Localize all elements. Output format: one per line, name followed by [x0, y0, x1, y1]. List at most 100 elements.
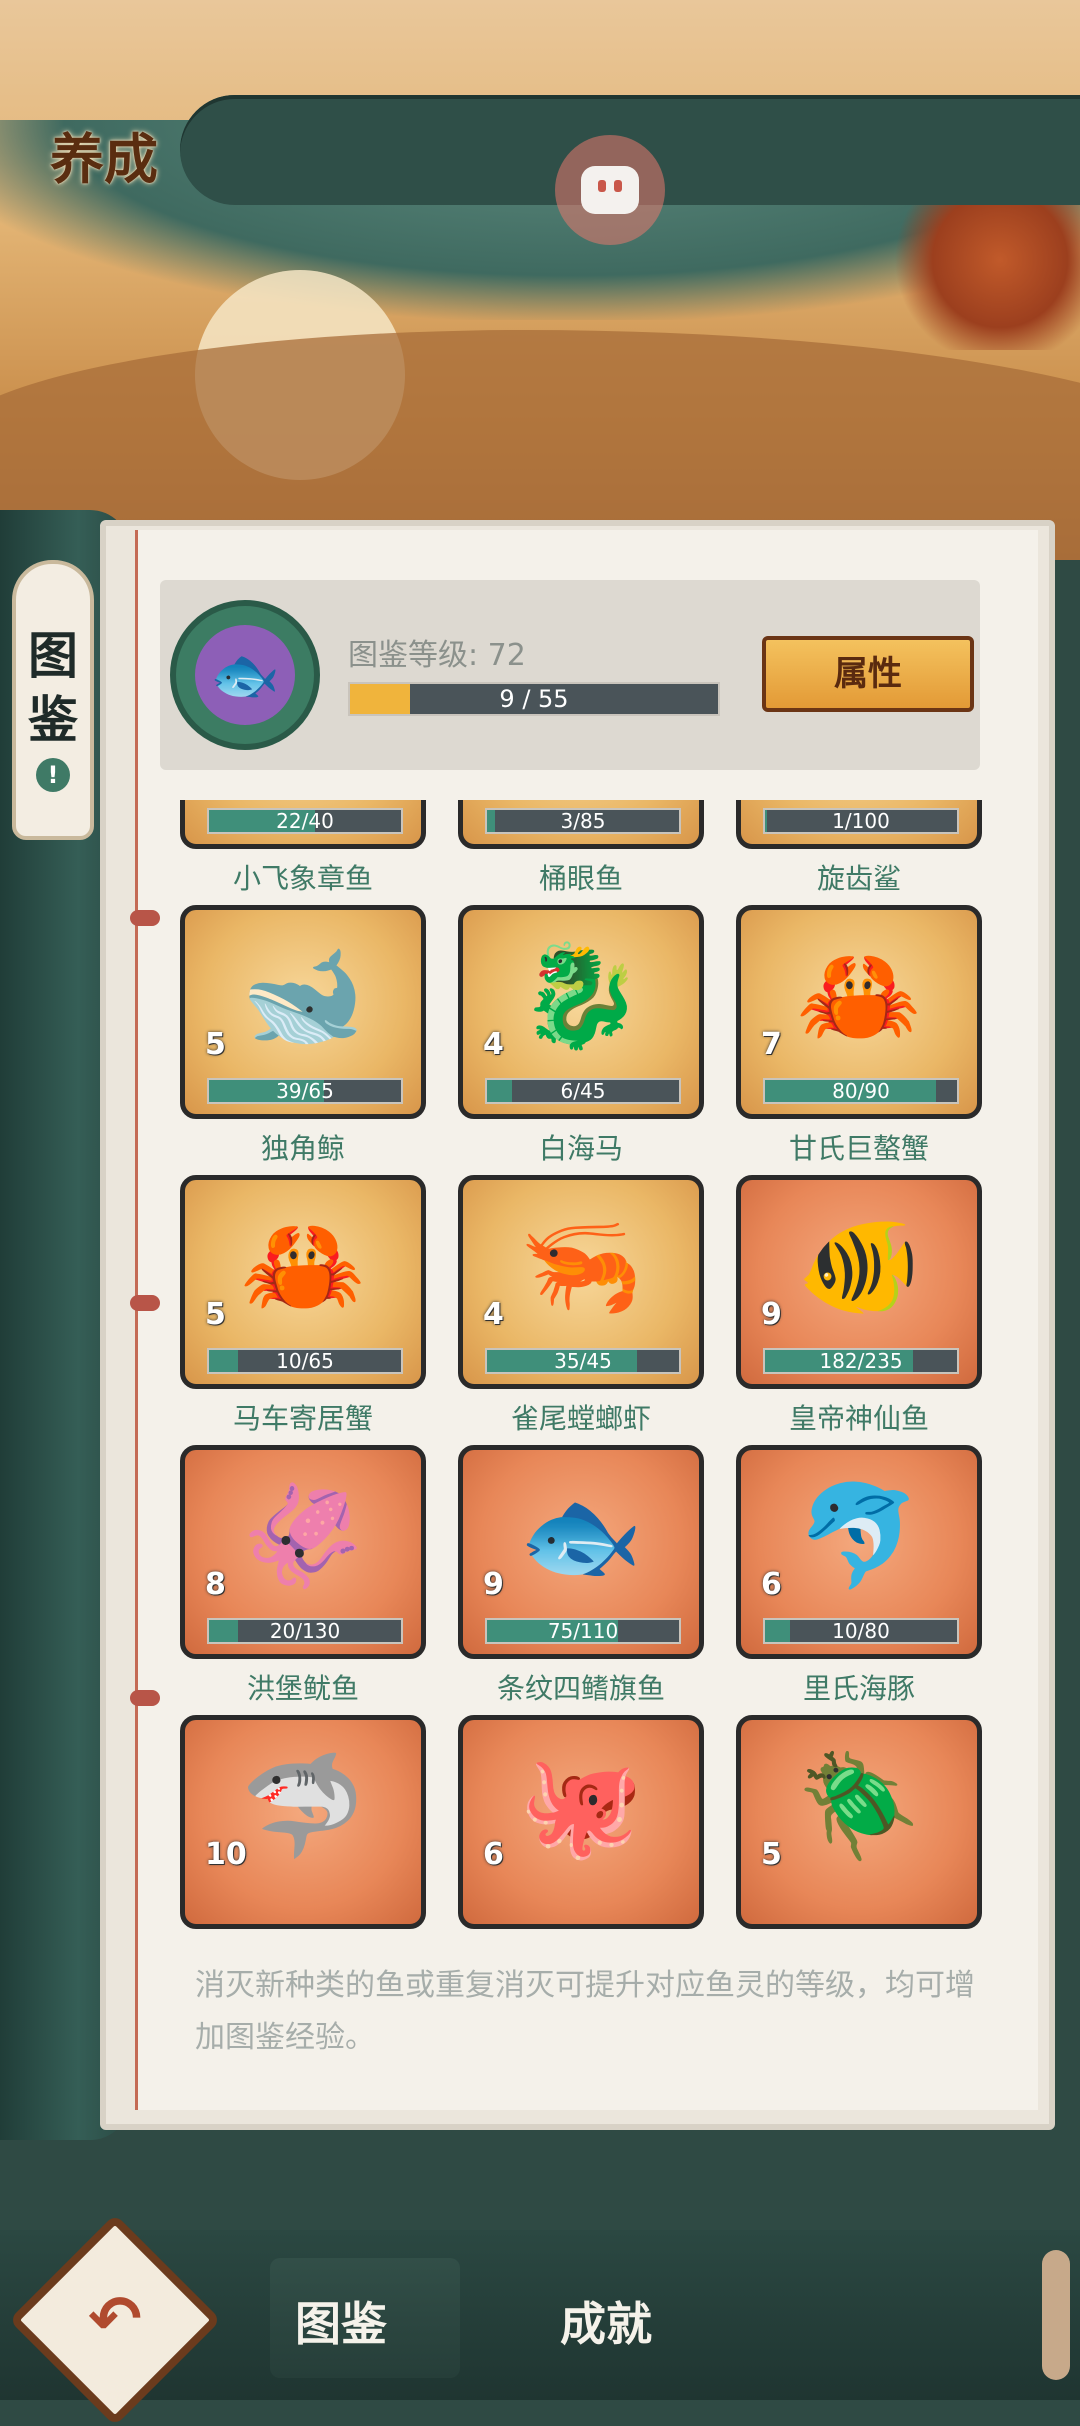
creature-progress-text: 3/85: [560, 809, 606, 833]
creature-card[interactable]: 🐙422/40 小飞象章鱼: [180, 800, 426, 897]
shrimp-icon: 🦐: [518, 1206, 644, 1324]
creature-card[interactable]: 🐉 4 6/45 白海马: [458, 905, 704, 1167]
creature-card[interactable]: 🐟 9 75/110 条纹四鳍旗鱼: [458, 1445, 704, 1707]
creature-level: 8: [205, 1567, 226, 1602]
creature-level: 7: [761, 1027, 782, 1062]
creature-card[interactable]: 🦀 7 80/90 甘氏巨螯蟹: [736, 905, 982, 1167]
creature-name: 桶眼鱼: [538, 862, 623, 895]
creature-name: 白海马: [538, 1132, 623, 1165]
creature-card[interactable]: 🐟63/85 桶眼鱼: [458, 800, 704, 897]
tab-collection[interactable]: 图鉴: [295, 2288, 387, 2354]
creature-progress-bar: 80/90: [763, 1078, 959, 1104]
creature-progress-text: 20/130: [269, 1619, 341, 1643]
creature-name: 甘氏巨螯蟹: [788, 1132, 929, 1165]
creature-card[interactable]: 🐠 9 182/235 皇帝神仙鱼: [736, 1175, 982, 1437]
page-title: 养成: [50, 127, 158, 191]
collection-emblem: 🐟: [170, 600, 320, 750]
creature-frame: 🐉 4 6/45: [458, 905, 704, 1119]
creature-frame: 🪲 5: [736, 1715, 982, 1929]
collection-progress-bar: 9 / 55: [348, 682, 720, 716]
creature-level: 10: [205, 1837, 247, 1872]
creature-progress-text: 35/45: [554, 1349, 612, 1373]
progress-text: 9 / 55: [499, 685, 569, 713]
creature-progress-bar: 182/235: [763, 1348, 959, 1374]
tab-achievements[interactable]: 成就: [560, 2288, 652, 2354]
creature-card[interactable]: 🦀 5 10/65 马车寄居蟹: [180, 1175, 426, 1437]
tropical-fish-icon: 🐠: [796, 1206, 922, 1324]
maple-leaf-decoration: [880, 200, 1080, 350]
dolphin-icon: 🐬: [796, 1476, 922, 1594]
scenic-background: [0, 0, 1080, 560]
creature-progress-text: 6/45: [560, 1079, 606, 1103]
isopod-icon: 🪲: [796, 1746, 922, 1864]
creature-progress-bar: 22/40: [207, 808, 403, 834]
creature-name: 雀尾螳螂虾: [510, 1402, 651, 1435]
creature-card[interactable]: 🦈 10: [180, 1715, 426, 1935]
creature-name: 独角鲸: [260, 1132, 345, 1165]
creature-name: 旋齿鲨: [816, 862, 901, 895]
creature-progress-text: 182/235: [819, 1349, 903, 1373]
creature-frame: 🐟63/85: [458, 800, 704, 849]
chat-icon: [581, 166, 639, 214]
collection-level-label: 图鉴等级: 72: [348, 638, 526, 673]
creature-card[interactable]: 🪲 5: [736, 1715, 982, 1935]
creature-frame: 🐋 5 39/65: [180, 905, 426, 1119]
creature-frame: 🦀 7 80/90: [736, 905, 982, 1119]
creature-level: 9: [761, 1297, 782, 1332]
creature-card[interactable]: 🐋 5 39/65 独角鲸: [180, 905, 426, 1167]
side-tab-char: 鉴: [28, 690, 78, 749]
side-tab-collection[interactable]: 图 鉴 !: [12, 560, 94, 840]
creature-name: 小飞象章鱼: [232, 862, 373, 895]
creature-progress-bar: 10/80: [763, 1618, 959, 1644]
creature-name: 里氏海豚: [802, 1672, 915, 1705]
creature-progress-bar: 20/130: [207, 1618, 403, 1644]
octopus-icon: 🐙: [518, 1746, 644, 1864]
creature-grid[interactable]: 🐙422/40小飞象章鱼🐟63/85桶眼鱼🦈81/100旋齿鲨🐋539/65独角…: [160, 800, 990, 1935]
creature-frame: 🦈 10: [180, 1715, 426, 1929]
creature-frame: 🐙422/40: [180, 800, 426, 849]
chat-button[interactable]: [555, 135, 665, 245]
creature-level: 6: [483, 1837, 504, 1872]
creature-card[interactable]: 🦐 4 35/45 雀尾螳螂虾: [458, 1175, 704, 1437]
crab-icon: 🦀: [796, 936, 922, 1054]
creature-progress-bar: 75/110: [485, 1618, 681, 1644]
creature-progress-text: 1/100: [832, 809, 890, 833]
creature-card[interactable]: 🦈81/100 旋齿鲨: [736, 800, 982, 897]
creature-progress-bar: 39/65: [207, 1078, 403, 1104]
page-binding-ring: [130, 910, 160, 926]
creature-frame: 🐠 9 182/235: [736, 1175, 982, 1389]
hint-text: 消灭新种类的鱼或重复消灭可提升对应鱼灵的等级，均可增加图鉴经验。: [195, 1968, 975, 2055]
alert-icon: !: [36, 758, 70, 792]
creature-progress-bar: 1/100: [763, 808, 959, 834]
creature-level: 4: [483, 1297, 504, 1332]
creature-progress-text: 10/65: [276, 1349, 334, 1373]
seahorse-icon: 🐉: [518, 936, 644, 1054]
creature-progress-text: 22/40: [276, 809, 334, 833]
creature-card[interactable]: 🦑 8 20/130 洪堡鱿鱼: [180, 1445, 426, 1707]
creature-frame: 🦀 5 10/65: [180, 1175, 426, 1389]
creature-progress-text: 80/90: [832, 1079, 890, 1103]
creature-card[interactable]: 🐬 6 10/80 里氏海豚: [736, 1445, 982, 1707]
page-binding-ring: [130, 1690, 160, 1706]
undo-arrow-icon: ↶: [88, 2283, 142, 2357]
creature-frame: 🦈81/100: [736, 800, 982, 849]
creature-progress-bar: 35/45: [485, 1348, 681, 1374]
creature-level: 6: [761, 1567, 782, 1602]
attribute-button[interactable]: 属性: [762, 636, 974, 712]
creature-frame: 🐙 6: [458, 1715, 704, 1929]
side-tab-char: 图: [28, 626, 78, 685]
creature-progress-text: 75/110: [547, 1619, 619, 1643]
creature-level: 9: [483, 1567, 504, 1602]
creature-progress-bar: 10/65: [207, 1348, 403, 1374]
creature-level: 4: [483, 1027, 504, 1062]
creature-card[interactable]: 🐙 6: [458, 1715, 704, 1935]
creature-name: 条纹四鳍旗鱼: [496, 1672, 665, 1705]
creature-level: 5: [205, 1027, 226, 1062]
marlin-icon: 🐟: [518, 1476, 644, 1594]
creature-frame: 🦐 4 35/45: [458, 1175, 704, 1389]
creature-frame: 🐟 9 75/110: [458, 1445, 704, 1659]
scroll-handle[interactable]: [1042, 2250, 1070, 2380]
creature-progress-bar: 6/45: [485, 1078, 681, 1104]
creature-name: 马车寄居蟹: [232, 1402, 373, 1435]
creature-level: 5: [761, 1837, 782, 1872]
